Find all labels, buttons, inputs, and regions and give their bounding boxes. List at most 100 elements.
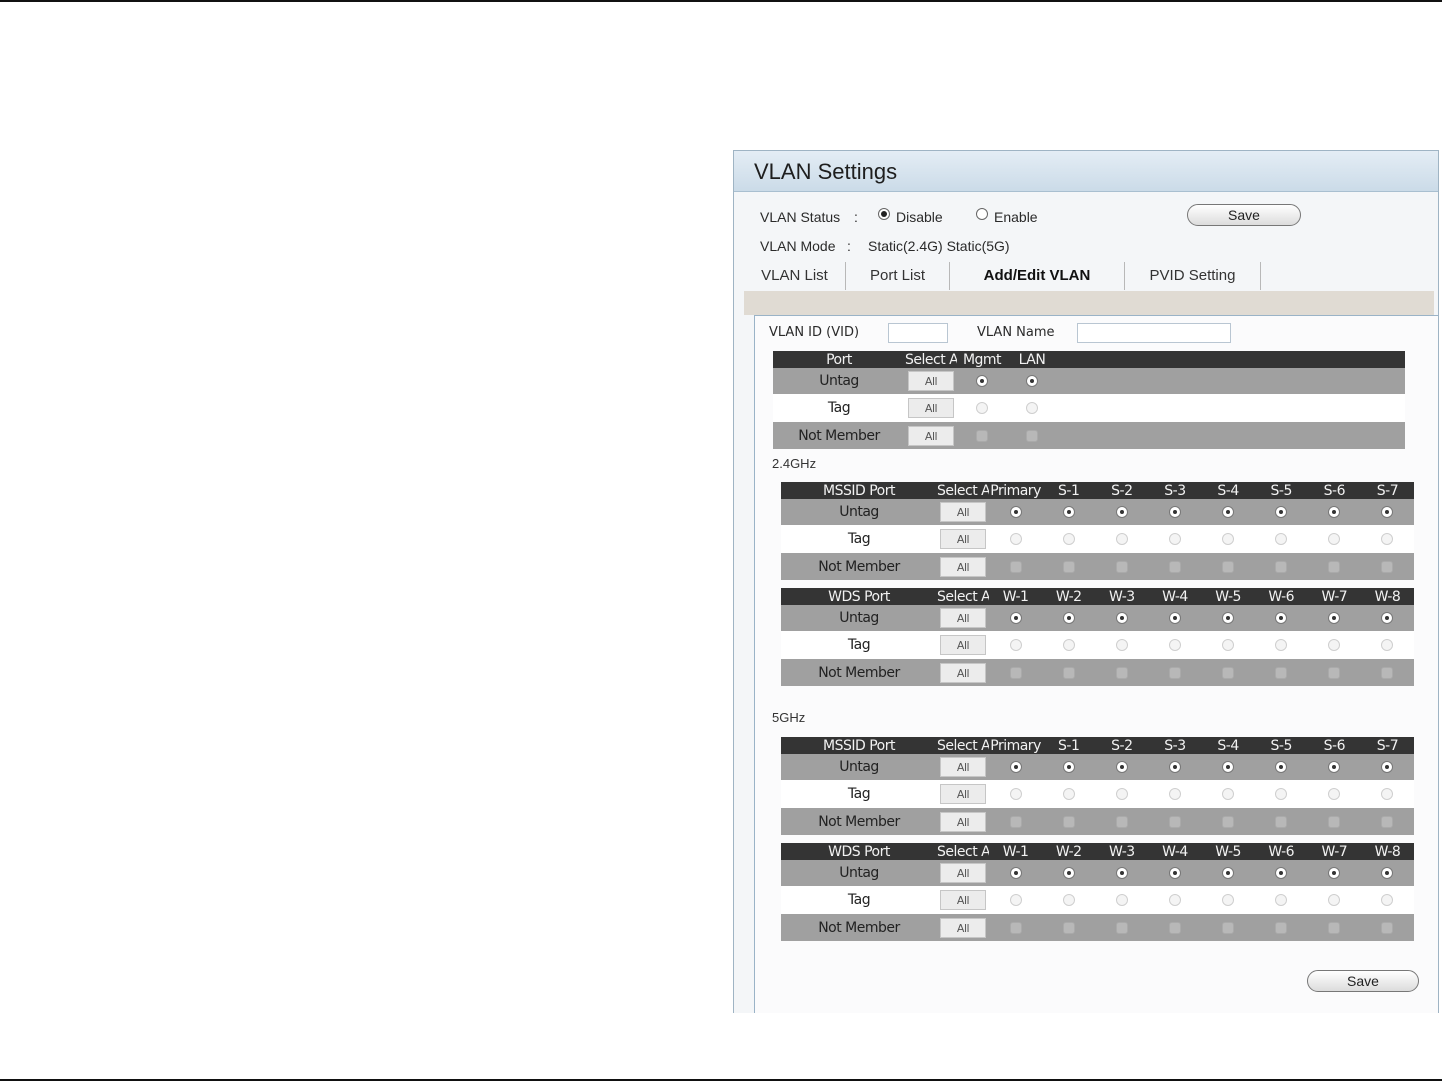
wds-not-member-radio[interactable]	[1009, 921, 1022, 934]
select-all-button[interactable]: All	[940, 556, 986, 577]
mssid-not-member-radio[interactable]	[1009, 815, 1022, 828]
wds-untag-radio[interactable]	[1328, 612, 1341, 624]
mssid-tag-radio[interactable]	[1222, 533, 1235, 545]
wds-not-member-radio[interactable]	[1381, 921, 1394, 934]
wds-tag-radio[interactable]	[1222, 894, 1235, 906]
mssid-not-member-radio[interactable]	[1115, 560, 1128, 573]
wds-tag-radio[interactable]	[1168, 894, 1181, 906]
lan-tag-radio[interactable]	[1026, 402, 1038, 414]
wds-tag-radio[interactable]	[1381, 894, 1394, 906]
wds-untag-radio[interactable]	[1009, 612, 1022, 624]
mssid-tag-radio[interactable]	[1115, 533, 1128, 545]
mgmt-untag-radio[interactable]	[976, 375, 988, 387]
mssid-tag-radio[interactable]	[1328, 788, 1341, 800]
wds-untag-radio[interactable]	[1115, 612, 1128, 624]
wds-tag-radio[interactable]	[1062, 639, 1075, 651]
wds-tag-radio[interactable]	[1009, 894, 1022, 906]
wds-not-member-radio[interactable]	[1275, 921, 1288, 934]
wds-not-member-radio[interactable]	[1328, 921, 1341, 934]
save-button-bottom[interactable]: Save	[1307, 970, 1419, 992]
wds-untag-radio[interactable]	[1328, 867, 1341, 879]
select-all-button[interactable]: All	[940, 863, 986, 883]
select-all-button[interactable]: All	[940, 608, 986, 628]
wds-untag-radio[interactable]	[1381, 867, 1394, 879]
mssid-untag-radio[interactable]	[1062, 761, 1075, 773]
select-all-button[interactable]: All	[940, 757, 986, 777]
wds-not-member-radio[interactable]	[1168, 921, 1181, 934]
mssid-untag-radio[interactable]	[1222, 761, 1235, 773]
wds-not-member-radio[interactable]	[1062, 666, 1075, 679]
wds-not-member-radio[interactable]	[1168, 666, 1181, 679]
select-all-button[interactable]: All	[908, 371, 954, 391]
wds-not-member-radio[interactable]	[1328, 666, 1341, 679]
mssid-not-member-radio[interactable]	[1381, 815, 1394, 828]
mssid-not-member-radio[interactable]	[1115, 815, 1128, 828]
mssid-tag-radio[interactable]	[1168, 788, 1181, 800]
vlan-name-input[interactable]	[1077, 323, 1231, 343]
wds-untag-radio[interactable]	[1222, 612, 1235, 624]
tab-pvid-setting[interactable]: PVID Setting	[1125, 262, 1261, 290]
wds-not-member-radio[interactable]	[1381, 666, 1394, 679]
wds-untag-radio[interactable]	[1009, 867, 1022, 879]
lan-untag-radio[interactable]	[1026, 375, 1038, 387]
wds-not-member-radio[interactable]	[1062, 921, 1075, 934]
mssid-untag-radio[interactable]	[1009, 761, 1022, 773]
mssid-not-member-radio[interactable]	[1168, 815, 1181, 828]
wds-untag-radio[interactable]	[1275, 867, 1288, 879]
wds-untag-radio[interactable]	[1062, 867, 1075, 879]
wds-untag-radio[interactable]	[1168, 867, 1181, 879]
mssid-untag-radio[interactable]	[1381, 761, 1394, 773]
mssid-untag-radio[interactable]	[1168, 506, 1181, 518]
wds-tag-radio[interactable]	[1381, 639, 1394, 651]
tab-vlan-list[interactable]: VLAN List	[744, 262, 846, 290]
mssid-untag-radio[interactable]	[1168, 761, 1181, 773]
wds-untag-radio[interactable]	[1381, 612, 1394, 624]
wds-untag-radio[interactable]	[1115, 867, 1128, 879]
select-all-button[interactable]: All	[940, 890, 986, 910]
tab-port-list[interactable]: Port List	[846, 262, 950, 290]
mssid-untag-radio[interactable]	[1381, 506, 1394, 518]
mssid-tag-radio[interactable]	[1168, 533, 1181, 545]
mssid-not-member-radio[interactable]	[1222, 815, 1235, 828]
mssid-not-member-radio[interactable]	[1168, 560, 1181, 573]
wds-not-member-radio[interactable]	[1115, 666, 1128, 679]
mssid-not-member-radio[interactable]	[1328, 815, 1341, 828]
mssid-tag-radio[interactable]	[1062, 788, 1075, 800]
mssid-not-member-radio[interactable]	[1275, 815, 1288, 828]
mssid-untag-radio[interactable]	[1275, 506, 1288, 518]
mssid-not-member-radio[interactable]	[1062, 560, 1075, 573]
mssid-untag-radio[interactable]	[1115, 761, 1128, 773]
mssid-tag-radio[interactable]	[1009, 533, 1022, 545]
select-all-button[interactable]: All	[908, 425, 954, 446]
mssid-tag-radio[interactable]	[1381, 533, 1394, 545]
mssid-not-member-radio[interactable]	[1222, 560, 1235, 573]
select-all-button[interactable]: All	[908, 398, 954, 418]
select-all-button[interactable]: All	[940, 529, 986, 549]
mssid-not-member-radio[interactable]	[1009, 560, 1022, 573]
mssid-untag-radio[interactable]	[1275, 761, 1288, 773]
wds-not-member-radio[interactable]	[1222, 666, 1235, 679]
select-all-button[interactable]: All	[940, 811, 986, 832]
wds-tag-radio[interactable]	[1328, 894, 1341, 906]
mssid-tag-radio[interactable]	[1328, 533, 1341, 545]
mssid-not-member-radio[interactable]	[1062, 815, 1075, 828]
wds-tag-radio[interactable]	[1275, 894, 1288, 906]
mssid-untag-radio[interactable]	[1009, 506, 1022, 518]
wds-untag-radio[interactable]	[1275, 612, 1288, 624]
mssid-not-member-radio[interactable]	[1328, 560, 1341, 573]
wds-tag-radio[interactable]	[1115, 894, 1128, 906]
select-all-button[interactable]: All	[940, 917, 986, 938]
wds-tag-radio[interactable]	[1328, 639, 1341, 651]
enable-radio[interactable]	[976, 208, 988, 220]
mssid-tag-radio[interactable]	[1275, 533, 1288, 545]
mssid-untag-radio[interactable]	[1328, 761, 1341, 773]
mssid-tag-radio[interactable]	[1009, 788, 1022, 800]
select-all-button[interactable]: All	[940, 784, 986, 804]
lan-not-member-radio[interactable]	[1026, 429, 1038, 442]
mgmt-tag-radio[interactable]	[976, 402, 988, 414]
mssid-tag-radio[interactable]	[1115, 788, 1128, 800]
mssid-tag-radio[interactable]	[1381, 788, 1394, 800]
mssid-untag-radio[interactable]	[1062, 506, 1075, 518]
select-all-button[interactable]: All	[940, 635, 986, 655]
mssid-untag-radio[interactable]	[1328, 506, 1341, 518]
